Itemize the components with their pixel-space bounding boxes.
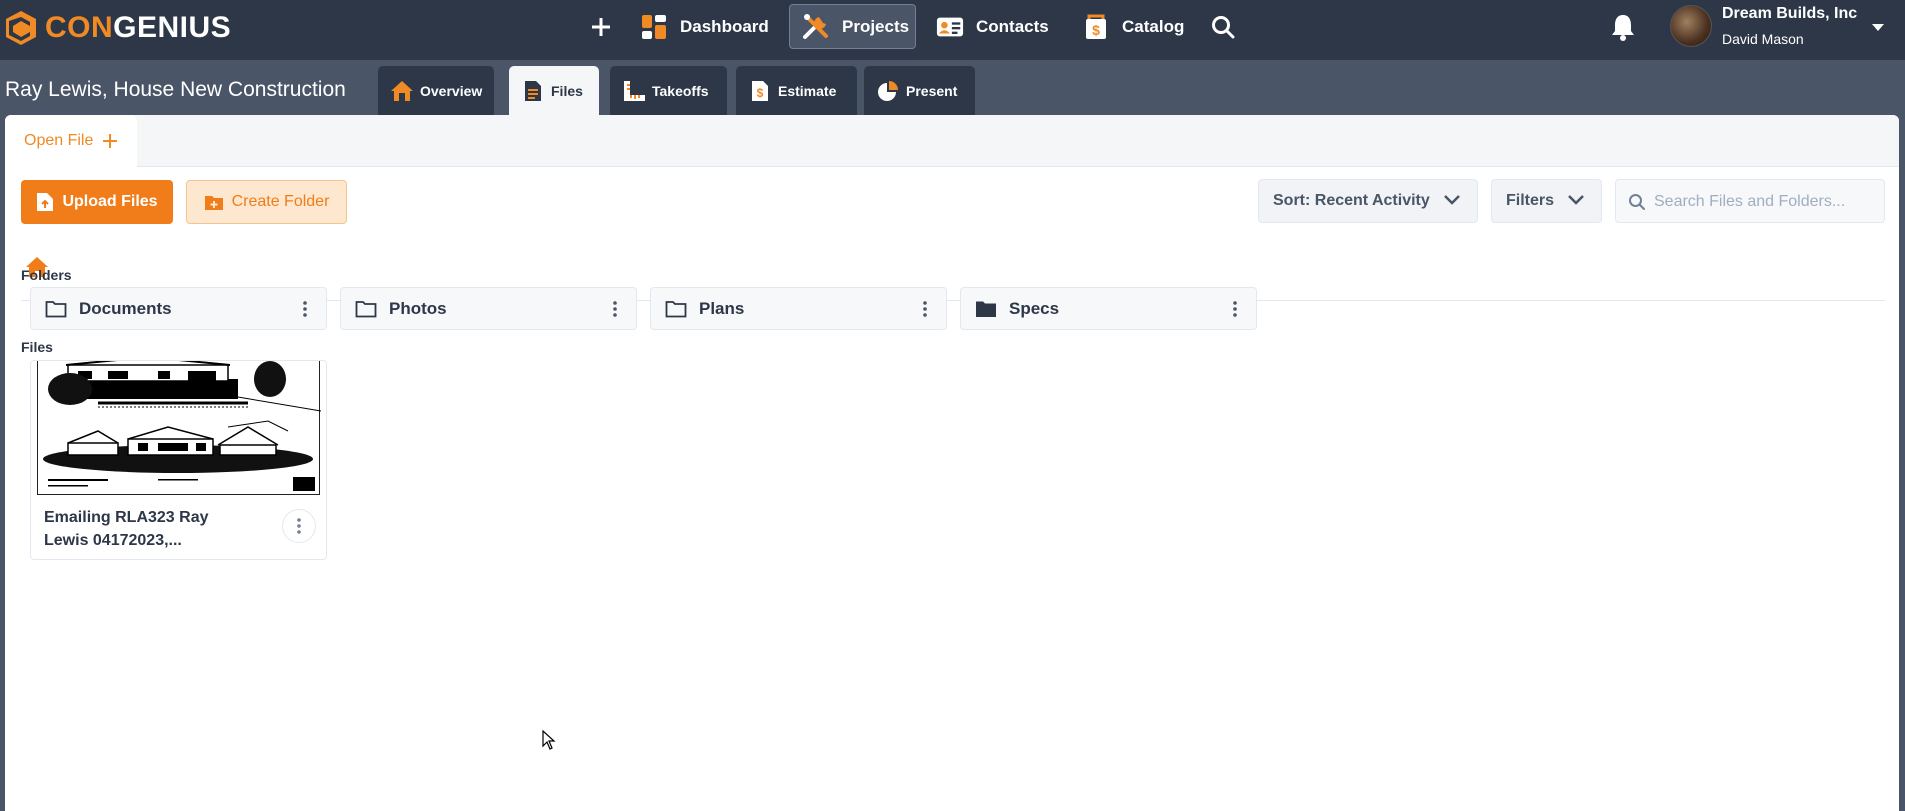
nav-contacts-label: Contacts — [976, 16, 1049, 36]
more-vertical-icon[interactable] — [922, 300, 928, 318]
file-options-button[interactable] — [282, 509, 316, 543]
user-company[interactable]: Dream Builds, Inc — [1722, 5, 1857, 23]
logo-text-genius: GENIUS — [113, 11, 232, 44]
tab-present[interactable]: Present — [864, 66, 975, 115]
folder-plans[interactable]: Plans — [650, 287, 947, 330]
folder-specs[interactable]: Specs — [960, 287, 1257, 330]
tab-overview-label: Overview — [420, 82, 483, 99]
more-vertical-icon[interactable] — [612, 300, 618, 318]
file-name-line1: Emailing RLA323 Ray — [44, 509, 209, 526]
tab-files-label: Files — [551, 83, 583, 99]
nav-contacts[interactable]: Contacts — [924, 4, 1061, 49]
create-folder-button[interactable]: Create Folder — [186, 180, 347, 224]
folder-icon — [45, 300, 67, 317]
dashboard-icon — [640, 13, 668, 41]
more-vertical-icon[interactable] — [1232, 300, 1238, 318]
open-file-tab[interactable]: Open File — [5, 115, 137, 167]
nav-catalog[interactable]: $ Catalog — [1070, 4, 1196, 49]
upload-files-button[interactable]: Upload Files — [21, 180, 173, 224]
nav-projects-label: Projects — [842, 16, 910, 36]
file-thumbnail[interactable] — [37, 361, 322, 495]
file-icon — [521, 79, 545, 103]
folder-name: Documents — [79, 298, 172, 318]
catalog-icon: $ — [1082, 13, 1110, 41]
tab-estimate[interactable]: $ Estimate — [736, 66, 857, 115]
top-nav: CONGENIUS Dashboard Projects Contacts $ … — [0, 0, 1905, 60]
file-card[interactable]: Emailing RLA323 Ray Lewis 04172023,... — [30, 360, 327, 560]
project-title: Ray Lewis, House New Construction — [5, 78, 346, 101]
tab-files[interactable]: Files — [509, 66, 599, 116]
more-vertical-icon — [297, 518, 301, 534]
sort-label: Sort: Recent Activity — [1273, 192, 1430, 209]
files-panel: Open File Upload Files Create Folder Sor… — [5, 115, 1899, 811]
tools-icon — [802, 13, 830, 41]
chevron-down-icon[interactable] — [1872, 24, 1884, 31]
tab-takeoffs-label: Takeoffs — [652, 82, 709, 99]
folder-plus-icon — [204, 196, 223, 210]
ruler-icon — [622, 79, 646, 103]
house-icon — [390, 79, 414, 103]
filters-dropdown[interactable]: Filters — [1491, 179, 1602, 223]
nav-dashboard[interactable]: Dashboard — [628, 4, 781, 49]
folder-icon — [355, 300, 377, 317]
create-folder-label: Create Folder — [231, 193, 330, 210]
search-files-box[interactable] — [1615, 179, 1885, 223]
chevron-down-icon — [1568, 195, 1584, 205]
svg-text:$: $ — [757, 86, 764, 100]
contact-card-icon — [936, 13, 964, 41]
plus-icon — [103, 134, 118, 148]
folder-name: Photos — [389, 298, 447, 318]
estimate-icon: $ — [748, 79, 772, 103]
bell-icon[interactable] — [1610, 13, 1636, 41]
folder-photos[interactable]: Photos — [340, 287, 637, 330]
nav-catalog-label: Catalog — [1122, 16, 1185, 36]
chevron-down-icon — [1444, 195, 1460, 205]
user-name[interactable]: David Mason — [1722, 31, 1804, 47]
file-name-line2: Lewis 04172023,... — [44, 532, 182, 549]
svg-text:$: $ — [1092, 22, 1100, 38]
sort-dropdown[interactable]: Sort: Recent Activity — [1258, 179, 1478, 223]
pie-chart-icon — [876, 79, 900, 103]
files-heading: Files — [21, 339, 53, 355]
logo-mark-icon — [6, 11, 36, 45]
folder-icon — [665, 300, 687, 317]
folder-documents[interactable]: Documents — [30, 287, 327, 330]
folder-name: Specs — [1009, 298, 1060, 318]
folder-name: Plans — [699, 298, 745, 318]
avatar[interactable] — [1670, 5, 1712, 47]
search-icon — [1629, 194, 1645, 210]
tab-present-label: Present — [906, 82, 958, 99]
tab-takeoffs[interactable]: Takeoffs — [610, 66, 727, 115]
file-upload-icon — [37, 193, 54, 211]
open-files-tabbar: Open File — [5, 115, 1899, 167]
tab-overview[interactable]: Overview — [378, 66, 494, 115]
plus-icon — [592, 18, 610, 36]
more-vertical-icon[interactable] — [302, 300, 308, 318]
search-icon[interactable] — [1210, 14, 1236, 40]
upload-files-label: Upload Files — [62, 193, 158, 210]
file-name[interactable]: Emailing RLA323 Ray Lewis 04172023,... — [44, 506, 244, 552]
congenius-logo[interactable]: CONGENIUS — [5, 8, 231, 48]
search-files-input[interactable] — [1654, 188, 1874, 216]
folders-heading: Folders — [21, 267, 72, 283]
filters-label: Filters — [1506, 192, 1555, 209]
mouse-cursor-icon — [542, 730, 556, 750]
tab-estimate-label: Estimate — [778, 82, 837, 99]
add-new-button[interactable] — [584, 10, 618, 44]
nav-dashboard-label: Dashboard — [680, 16, 769, 36]
folder-filled-icon — [976, 301, 996, 317]
nav-projects[interactable]: Projects — [789, 4, 916, 49]
blueprint-elevation-image — [43, 361, 322, 491]
logo-text-con: CON — [45, 11, 114, 44]
open-file-label: Open File — [24, 132, 94, 149]
